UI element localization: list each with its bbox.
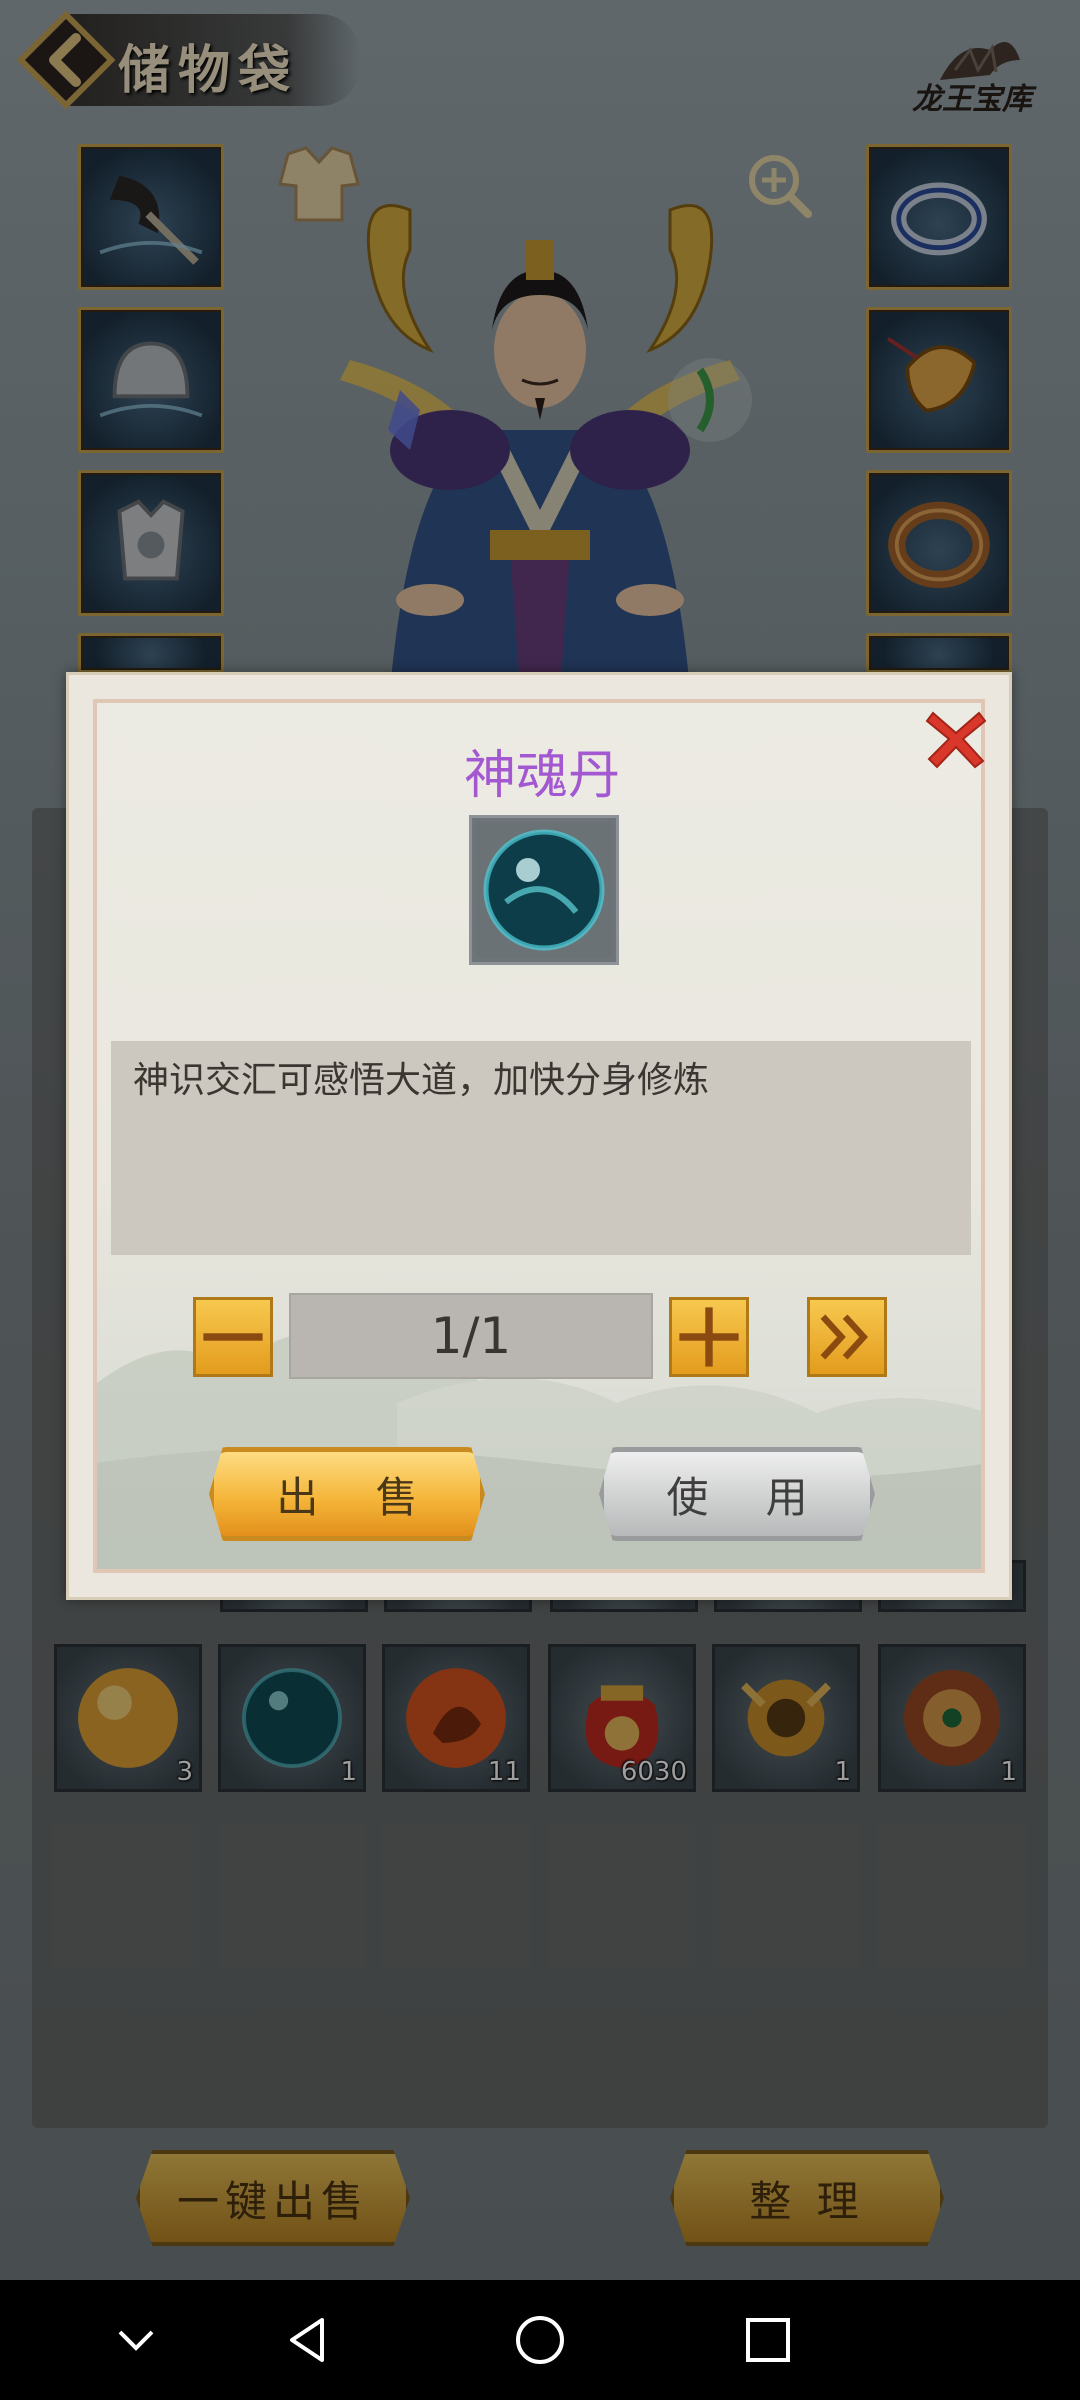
item-description-box: 神识交汇可感悟大道，加快分身修炼 [111,1041,971,1255]
teal-orb-icon [476,822,612,958]
increase-quantity-button[interactable] [669,1297,749,1377]
sell-label: 出 售 [276,1472,440,1522]
recents-square-icon[interactable] [740,2312,796,2368]
use-button[interactable]: 使 用 [599,1447,875,1541]
home-circle-icon[interactable] [512,2312,568,2368]
item-name: 神魂丹 [463,746,620,806]
sell-button[interactable]: 出 售 [209,1447,485,1541]
decrease-quantity-button[interactable] [193,1297,273,1377]
system-nav-bar [0,2280,1080,2400]
max-quantity-button[interactable] [807,1297,887,1377]
collapse-chevron-icon[interactable] [108,2312,164,2368]
item-description: 神识交汇可感悟大道，加快分身修炼 [133,1060,710,1101]
back-triangle-icon[interactable] [280,2312,336,2368]
quantity-display: 1/1 [289,1293,653,1379]
item-detail-dialog: 神魂丹 神识交汇可感悟大道，加快分身修炼 1/1 出 售 使 用 [66,672,1012,1600]
game-screen: 储物袋 龙王宝库 3 1 11 6030 1 1 一键出售 整 理 神魂丹 神识… [0,0,1080,2280]
item-icon-frame [469,815,619,965]
use-label: 使 用 [666,1472,830,1522]
